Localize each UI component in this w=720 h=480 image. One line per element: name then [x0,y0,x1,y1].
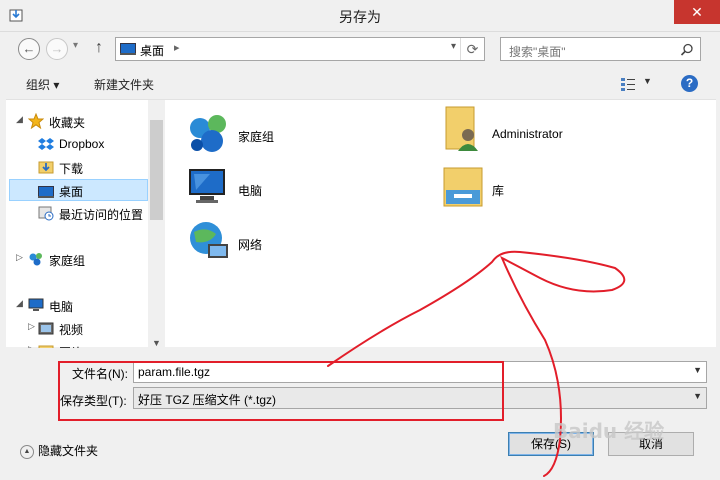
file-item-network[interactable]: 网络 [186,218,386,268]
computer-icon [189,169,225,203]
search-box[interactable]: 搜索"桌面" [500,37,701,61]
desktop-icon [38,186,54,198]
browser-area: ◢ 收藏夹 Dropbox 下载 桌面 最近访问的位置 ▷ 家庭组 ◢ 电脑 ▷… [6,99,716,348]
filetype-dropdown-icon[interactable]: ▼ [693,391,702,401]
desktop-icon [120,43,136,55]
search-input[interactable]: 搜索"桌面" [509,43,566,60]
file-item-label: 网络 [238,238,263,252]
sidebar-item-label: 收藏夹 [49,116,86,130]
sidebar-item-dropbox[interactable]: Dropbox [6,133,148,155]
close-button[interactable]: ✕ [674,0,720,24]
up-button[interactable]: ↑ [95,39,103,57]
homegroup-icon [190,115,226,152]
new-folder-button[interactable]: 新建文件夹 [94,76,154,93]
sidebar-item-label: 视频 [59,323,84,337]
sidebar-item-computer[interactable]: ◢ 电脑 [6,294,148,316]
sidebar-item-videos[interactable]: ▷ 视频 [6,317,148,339]
video-folder-icon [38,322,54,335]
view-dropdown-icon[interactable]: ▼ [643,76,652,86]
sidebar-item-label: 下载 [59,162,84,176]
view-options-icon[interactable] [620,76,636,92]
file-item-label: 电脑 [238,184,263,198]
file-item-library[interactable]: 库 [440,164,640,214]
annotation-highlight-box [58,361,504,421]
navigation-pane: ◢ 收藏夹 Dropbox 下载 桌面 最近访问的位置 ▷ 家庭组 ◢ 电脑 ▷… [6,100,148,348]
command-bar: 组织 ▾ 新建文件夹 ▼ ? [0,70,720,98]
navigation-bar: ← → ▾ ↑ 桌面 ▸ ▾ ⟳ 搜索"桌面" [0,32,720,66]
recent-places-icon [38,206,54,221]
title-bar: 另存为 ✕ [0,0,720,32]
dropbox-icon [38,138,54,150]
sidebar-item-recent[interactable]: 最近访问的位置 [6,202,148,224]
user-folder-icon [445,106,478,151]
sidebar-item-label: 桌面 [59,185,84,199]
sidebar-item-downloads[interactable]: 下载 [6,156,148,178]
address-dropdown-icon[interactable]: ▾ [451,41,456,52]
computer-icon [28,298,44,311]
save-form: 文件名(N): param.file.tgz ▼ 保存类型(T): 好压 TGZ… [0,347,720,480]
star-icon [28,113,44,129]
file-item-computer[interactable]: 电脑 [186,164,386,214]
refresh-button[interactable]: ⟳ [460,38,484,60]
file-item-administrator[interactable]: Administrator [440,105,680,155]
sidebar-item-homegroup[interactable]: ▷ 家庭组 [6,248,148,270]
sidebar-item-label: Dropbox [59,137,105,151]
search-icon[interactable] [680,43,694,57]
expand-arrow-icon[interactable]: ▷ [16,252,23,263]
address-text: 桌面 [140,44,165,58]
help-icon[interactable]: ? [681,75,698,92]
sidebar-item-label: 电脑 [49,300,74,314]
sidebar-item-label: 最近访问的位置 [59,208,144,222]
file-item-homegroup[interactable]: 家庭组 [186,110,386,160]
file-item-label: 家庭组 [238,130,275,144]
forward-button[interactable]: → [46,38,68,60]
network-icon [190,222,228,258]
sidebar-item-favorites[interactable]: ◢ 收藏夹 [6,110,148,132]
expand-arrow-icon[interactable]: ▷ [28,321,35,332]
scrollbar-thumb[interactable] [150,120,163,220]
hide-folders-toggle[interactable]: ▲ 隐藏文件夹 [20,442,98,459]
file-list: 家庭组 Administrator 电脑 库 网络 [166,100,716,348]
file-item-label: 库 [492,184,505,198]
sidebar-item-desktop[interactable]: 桌面 [9,179,148,201]
recent-locations-icon[interactable]: ▾ [73,40,78,51]
download-folder-icon [38,161,54,174]
homegroup-icon [29,253,42,266]
expand-arrow-icon[interactable]: ◢ [16,298,23,309]
organize-button[interactable]: 组织 ▾ [26,76,59,93]
address-bar[interactable]: 桌面 ▸ ▾ ⟳ [115,37,485,61]
breadcrumb-chevron-icon[interactable]: ▸ [174,41,180,54]
library-icon [443,167,483,207]
sidebar-item-label: 家庭组 [49,254,86,268]
expand-arrow-icon[interactable]: ◢ [16,114,23,125]
navigation-scrollbar[interactable]: ▼ [148,100,165,348]
window-title: 另存为 [339,9,381,25]
back-button[interactable]: ← [18,38,40,60]
hide-folders-label: 隐藏文件夹 [38,444,99,458]
baidu-watermark: Baidu 经验 [553,419,665,443]
filename-dropdown-icon[interactable]: ▼ [693,365,702,375]
collapse-icon: ▲ [20,444,34,459]
file-item-label: Administrator [492,127,563,141]
